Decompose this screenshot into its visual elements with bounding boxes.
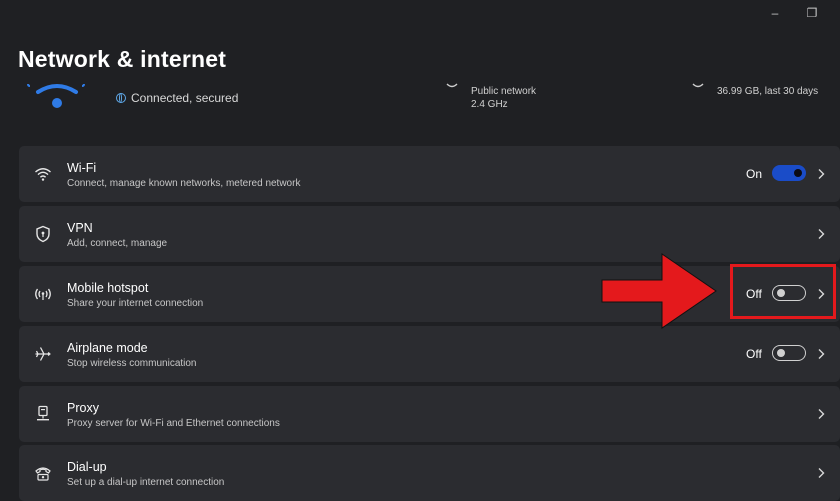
network-type-label: Public network <box>471 86 537 97</box>
page-title: Network & internet <box>18 46 227 72</box>
restore-button[interactable]: ❐ <box>802 6 822 20</box>
shield-icon <box>36 225 50 243</box>
settings-row-proxy[interactable]: Proxy Proxy server for Wi-Fi and Etherne… <box>19 386 840 442</box>
row-title: Dial-up <box>67 460 107 474</box>
wifi-status-icon <box>27 83 85 108</box>
chevron-right-icon <box>818 409 825 419</box>
minimize-button[interactable]: – <box>765 6 785 20</box>
chevron-right-icon <box>818 468 825 478</box>
connection-status: Connected, secured <box>116 91 238 105</box>
settings-row-dial-up[interactable]: Dial-up Set up a dial-up internet connec… <box>19 445 840 501</box>
toggle-state-label: On <box>746 167 763 181</box>
row-subtitle: Proxy server for Wi-Fi and Ethernet conn… <box>67 418 280 429</box>
row-subtitle: Add, connect, manage <box>67 238 168 249</box>
annotation-highlight-box <box>730 264 836 319</box>
annotation-arrow <box>601 253 717 329</box>
band-label: 2.4 GHz <box>471 99 508 110</box>
airplane-mode-toggle[interactable] <box>772 345 806 361</box>
settings-row-wifi[interactable]: Wi-Fi Connect, manage known networks, me… <box>19 146 840 202</box>
toggle-knob <box>777 349 785 357</box>
row-subtitle: Share your internet connection <box>67 298 204 309</box>
row-title: Airplane mode <box>67 341 148 355</box>
row-subtitle: Set up a dial-up internet connection <box>67 477 225 488</box>
settings-row-airplane-mode[interactable]: Airplane mode Stop wireless communicatio… <box>19 326 840 382</box>
airplane-icon <box>35 347 51 361</box>
wifi-toggle[interactable] <box>772 165 806 181</box>
network-properties: Public network 2.4 GHz <box>471 85 536 111</box>
data-usage: 36.99 GB, last 30 days <box>717 85 818 98</box>
dialup-icon <box>35 467 51 481</box>
connection-status-label: Connected, secured <box>131 91 239 105</box>
toggle-knob <box>794 169 802 177</box>
row-subtitle: Stop wireless communication <box>67 358 197 369</box>
row-title: Mobile hotspot <box>67 281 149 295</box>
row-title: Wi-Fi <box>67 161 97 175</box>
chevron-right-icon <box>818 349 825 359</box>
row-subtitle: Connect, manage known networks, metered … <box>67 178 301 189</box>
row-title: VPN <box>67 221 93 235</box>
globe-icon <box>116 93 126 103</box>
data-usage-icon <box>692 83 704 88</box>
wifi-icon <box>35 168 51 181</box>
chevron-right-icon <box>818 229 825 239</box>
row-title: Proxy <box>67 401 99 415</box>
network-type-icon <box>446 83 458 88</box>
data-usage-label: 36.99 GB, last 30 days <box>717 86 819 97</box>
hotspot-icon <box>35 288 51 300</box>
proxy-icon <box>37 405 49 421</box>
toggle-state-label: Off <box>746 347 762 361</box>
chevron-right-icon <box>818 169 825 179</box>
